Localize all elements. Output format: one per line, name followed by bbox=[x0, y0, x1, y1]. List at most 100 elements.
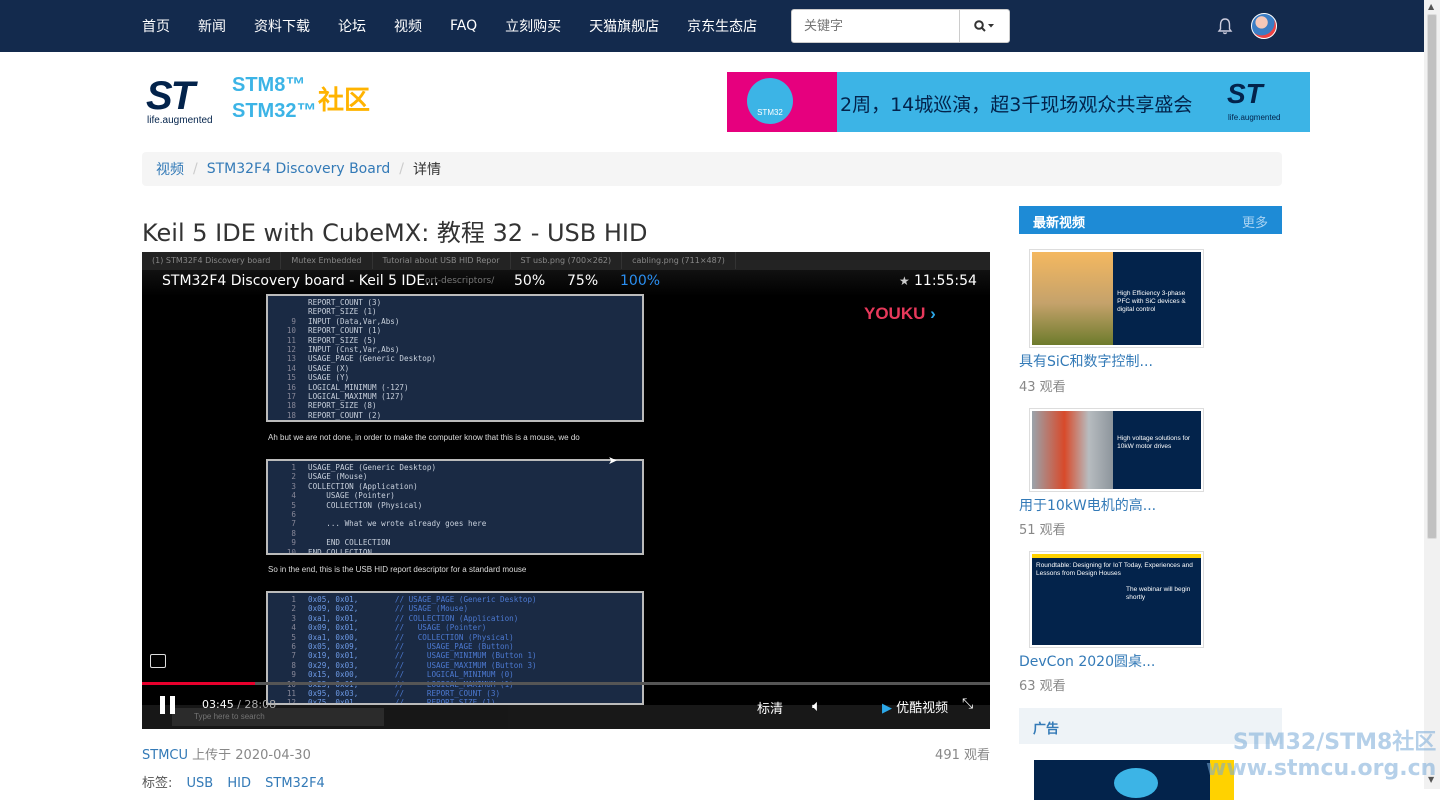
video-player[interactable]: (1) STM32F4 Discovery board Mutex Embedde… bbox=[142, 252, 990, 729]
sidebar-video-title[interactable]: DevCon 2020圆桌... bbox=[1019, 651, 1155, 671]
code-line-comment: // COLLECTION (Application) bbox=[358, 613, 519, 623]
code-line-number: 18 bbox=[286, 410, 296, 420]
nav-forum[interactable]: 论坛 bbox=[338, 16, 366, 36]
code-line: 15 USAGE (Y) bbox=[276, 373, 642, 382]
breadcrumb-separator: / bbox=[399, 161, 404, 177]
code-line-text: REPORT_SIZE (1) bbox=[308, 307, 377, 317]
video-thumbnail[interactable]: High Efficiency 3-phase PFC with SiC dev… bbox=[1029, 249, 1204, 348]
code-line-number: 1 bbox=[291, 595, 296, 604]
upload-date: 上传于 2020-04-30 bbox=[192, 748, 311, 763]
nav-faq[interactable]: FAQ bbox=[450, 18, 477, 34]
code-line-comment: // USAGE (Mouse) bbox=[358, 604, 469, 614]
caret-down-icon bbox=[987, 24, 994, 28]
code-line: 9 0x15, 0x00, // LOGICAL_MINIMUM (0) bbox=[276, 670, 642, 679]
nav-jd[interactable]: 京东生态店 bbox=[687, 16, 757, 36]
code-line-text: COLLECTION (Physical) bbox=[308, 500, 423, 510]
speed-option-75[interactable]: 75% bbox=[567, 273, 598, 289]
site-logo[interactable]: ST life.augmented STM8™ STM32™ 社区 bbox=[146, 74, 386, 130]
nav-tmall[interactable]: 天猫旗舰店 bbox=[589, 16, 659, 36]
video-browser-tab: Mutex Embedded bbox=[281, 252, 373, 269]
st-logo-tagline: life.augmented bbox=[147, 115, 213, 126]
nav-news[interactable]: 新闻 bbox=[198, 16, 226, 36]
logo-stm32-text: STM32™ bbox=[232, 100, 317, 122]
code-line-number: 9 bbox=[291, 538, 296, 548]
code-line-text: 0xa1, 0x01, bbox=[308, 613, 359, 623]
page-scrollbar[interactable]: ▲ ▼ bbox=[1424, 0, 1440, 789]
youku-logo-icon: ▶ bbox=[882, 701, 892, 716]
code-line: REPORT_COUNT (3) bbox=[276, 298, 642, 307]
quality-button[interactable]: 标清 bbox=[757, 698, 783, 717]
code-line-number: 5 bbox=[291, 500, 296, 510]
code-line: 7 0x19, 0x01, // USAGE_MINIMUM (Button 1) bbox=[276, 651, 642, 660]
code-block-3: 1 0x05, 0x01, // USAGE_PAGE (Generic Desk… bbox=[266, 591, 644, 705]
code-line-text: ... What we wrote already goes here bbox=[308, 519, 487, 529]
code-line: 18 REPORT_COUNT (2) bbox=[276, 411, 642, 420]
latest-videos-title: 最新视频 bbox=[1033, 216, 1086, 231]
code-line-number: 11 bbox=[286, 335, 296, 345]
code-line-number: 3 bbox=[291, 481, 296, 491]
code-line-number: 9 bbox=[291, 670, 296, 680]
video-thumbnail[interactable]: High voltage solutions for 10kW motor dr… bbox=[1029, 408, 1204, 492]
sidebar-ad-image[interactable] bbox=[1034, 760, 1234, 800]
nav-downloads[interactable]: 资料下载 bbox=[254, 16, 310, 36]
banner-st-tagline: life.augmented bbox=[1228, 113, 1281, 122]
uploader-link[interactable]: STMCU bbox=[142, 748, 188, 763]
page-title: Keil 5 IDE with CubeMX: 教程 32 - USB HID bbox=[142, 219, 648, 247]
video-thumbnail[interactable]: Roundtable: Designing for IoT Today, Exp… bbox=[1029, 551, 1204, 648]
logo-community-text: 社区 bbox=[318, 86, 371, 116]
bell-icon[interactable] bbox=[1216, 17, 1234, 35]
breadcrumb-videos[interactable]: 视频 bbox=[156, 159, 184, 179]
thumbnail-photo bbox=[1032, 411, 1114, 489]
nav-video[interactable]: 视频 bbox=[394, 16, 422, 36]
code-line: 5 COLLECTION (Physical) bbox=[276, 501, 642, 510]
top-navbar: 首页 新闻 资料下载 论坛 视频 FAQ 立刻购买 天猫旗舰店 京东生态店 bbox=[0, 0, 1424, 52]
code-line-text: 0x09, 0x02, bbox=[308, 604, 359, 614]
sidebar-video-title[interactable]: 用于10kW电机的高... bbox=[1019, 495, 1156, 515]
code-line-number: 17 bbox=[286, 392, 296, 402]
code-line-text: 0x95, 0x03, bbox=[308, 689, 359, 699]
sidebar-video-views: 63 观看 bbox=[1019, 679, 1066, 694]
search-button[interactable] bbox=[959, 10, 1009, 42]
sidebar-video-views: 43 观看 bbox=[1019, 380, 1066, 395]
tutorial-text-1: Ah but we are not done, in order to make… bbox=[268, 433, 580, 442]
speed-option-100[interactable]: 100% bbox=[620, 273, 660, 289]
user-avatar[interactable] bbox=[1251, 13, 1277, 39]
volume-icon[interactable]: 🔈︎ bbox=[812, 696, 822, 716]
pause-button[interactable] bbox=[160, 696, 176, 714]
sidebar-video-title[interactable]: 具有SiC和数字控制... bbox=[1019, 351, 1153, 371]
video-time: 03:45 / 28:08 bbox=[202, 698, 276, 711]
nav-links: 首页 新闻 资料下载 论坛 视频 FAQ 立刻购买 天猫旗舰店 京东生态店 bbox=[142, 0, 785, 52]
sidebar-video-views: 51 观看 bbox=[1019, 523, 1066, 538]
banner-pink-block: STM32 bbox=[727, 72, 837, 132]
video-progress-bar[interactable] bbox=[142, 682, 990, 685]
screenshot-icon[interactable] bbox=[150, 654, 166, 668]
thumbnail-subtext: The webinar will begin shortly bbox=[1126, 586, 1191, 601]
speed-option-50[interactable]: 50% bbox=[514, 273, 545, 289]
breadcrumb-board[interactable]: STM32F4 Discovery Board bbox=[207, 161, 391, 177]
code-line: 18 REPORT_SIZE (8) bbox=[276, 401, 642, 410]
scrollbar-thumb[interactable] bbox=[1427, 14, 1437, 539]
scroll-up-icon[interactable]: ▲ bbox=[1428, 2, 1434, 11]
breadcrumb: 视频 / STM32F4 Discovery Board / 详情 bbox=[142, 152, 1282, 186]
code-line: 11 0x95, 0x03, // REPORT_COUNT (3) bbox=[276, 689, 642, 698]
code-line-number: 7 bbox=[291, 651, 296, 661]
logo-stm8-text: STM8™ bbox=[232, 74, 306, 96]
code-line-number: 1 bbox=[291, 463, 296, 472]
code-line-text: END COLLECTION bbox=[308, 547, 373, 555]
nav-buy[interactable]: 立刻购买 bbox=[505, 16, 561, 36]
fullscreen-icon[interactable]: ⤡ bbox=[962, 696, 973, 712]
code-line-number: 14 bbox=[286, 363, 296, 373]
code-line-number: 12 bbox=[286, 345, 296, 355]
total-time: / 28:08 bbox=[237, 698, 277, 711]
st-logo-mark: ST bbox=[146, 74, 195, 118]
video-url-fragment: ort-descriptors/ bbox=[425, 276, 495, 286]
more-link[interactable]: 更多 bbox=[1242, 212, 1268, 231]
video-browser-tab: Tutorial about USB HID Repor bbox=[373, 252, 511, 269]
code-line: 7 ... What we wrote already goes here bbox=[276, 519, 642, 528]
youku-brand-button[interactable]: ▶ 优酷视频 bbox=[882, 697, 948, 716]
top-banner-ad[interactable]: STM32 2周，14城巡演，超3千现场观众共享盛会 ST life.augme… bbox=[727, 72, 1310, 132]
video-browser-tab: ST usb.png (700×262) bbox=[511, 252, 623, 269]
code-line-text: INPUT (Cnst,Var,Abs) bbox=[308, 345, 400, 355]
search-input[interactable] bbox=[792, 10, 960, 42]
nav-home[interactable]: 首页 bbox=[142, 16, 170, 36]
